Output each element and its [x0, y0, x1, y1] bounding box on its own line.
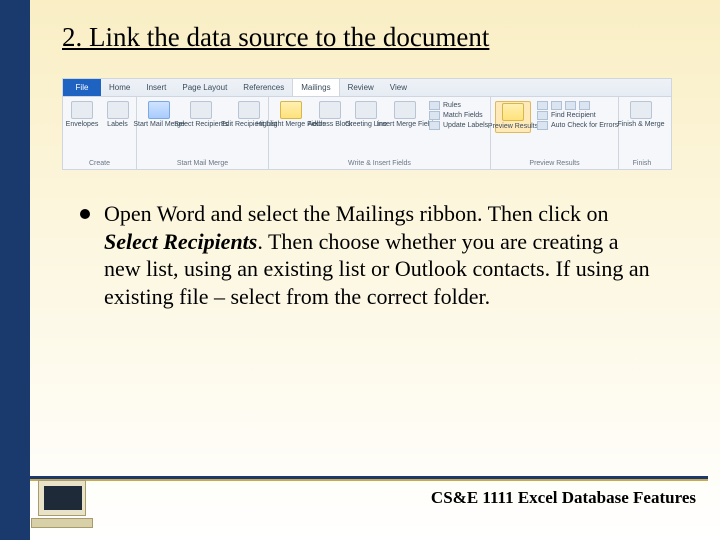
- keyboard-icon: [31, 518, 93, 528]
- instruction-paragraph: Open Word and select the Mailings ribbon…: [104, 200, 660, 310]
- bullet-dot: [80, 209, 90, 219]
- screen-icon: [44, 486, 82, 510]
- update-labels-icon: [429, 121, 440, 130]
- tab-home[interactable]: Home: [101, 83, 138, 92]
- btn-highlight-merge-fields[interactable]: Highlight Merge Fields: [273, 101, 309, 129]
- greeting-line-icon: [355, 101, 377, 119]
- address-block-icon: [319, 101, 341, 119]
- btn-labels[interactable]: Labels: [103, 101, 132, 129]
- ribbon-tabs: File Home Insert Page Layout References …: [63, 79, 671, 97]
- body-text: Open Word and select the Mailings ribbon…: [80, 200, 660, 310]
- btn-finish-merge[interactable]: Finish & Merge: [623, 101, 659, 129]
- tab-page-layout[interactable]: Page Layout: [174, 83, 235, 92]
- last-record-icon: [579, 101, 590, 110]
- rules-icon: [429, 101, 440, 110]
- prev-record-icon: [551, 101, 562, 110]
- insert-merge-field-icon: [394, 101, 416, 119]
- btn-update-labels[interactable]: Update Labels: [429, 121, 488, 130]
- next-record-icon: [565, 101, 576, 110]
- left-accent-bar: [0, 0, 30, 540]
- nav-recipients[interactable]: [537, 101, 618, 110]
- btn-select-recipients[interactable]: Select Recipients: [183, 101, 219, 129]
- btn-address-block[interactable]: Address Block: [315, 101, 345, 129]
- select-recipients-emphasis: Select Recipients: [104, 229, 257, 254]
- slide-title: 2. Link the data source to the document: [62, 22, 662, 53]
- btn-envelopes[interactable]: Envelopes: [67, 101, 97, 129]
- match-fields-icon: [429, 111, 440, 120]
- btn-match-fields[interactable]: Match Fields: [429, 111, 488, 120]
- labels-icon: [107, 101, 129, 119]
- group-label-write: Write & Insert Fields: [273, 160, 486, 169]
- slide: 2. Link the data source to the document …: [0, 0, 720, 540]
- auto-check-icon: [537, 121, 548, 130]
- btn-preview-results[interactable]: Preview Results: [495, 101, 531, 133]
- group-start-mail-merge: Start Mail Merge Select Recipients Edit …: [137, 97, 269, 169]
- envelope-icon: [71, 101, 93, 119]
- group-create: Envelopes Labels Create: [63, 97, 137, 169]
- group-preview-results: Preview Results Find Recipient Auto Chec…: [491, 97, 619, 169]
- tab-view[interactable]: View: [382, 83, 415, 92]
- para-pre: Open Word and select the Mailings ribbon…: [104, 201, 609, 226]
- footer-text: CS&E 1111 Excel Database Features: [431, 488, 696, 508]
- tab-insert[interactable]: Insert: [138, 83, 174, 92]
- group-write-insert: Highlight Merge Fields Address Block Gre…: [269, 97, 491, 169]
- group-finish: Finish & Merge Finish: [619, 97, 665, 169]
- select-recipients-icon: [190, 101, 212, 119]
- group-label-start: Start Mail Merge: [141, 160, 264, 169]
- monitor-icon: [38, 480, 86, 516]
- group-label-create: Create: [67, 160, 132, 169]
- word-ribbon: File Home Insert Page Layout References …: [62, 78, 672, 170]
- tab-file[interactable]: File: [63, 79, 101, 96]
- footer-divider: [30, 476, 708, 479]
- highlight-icon: [280, 101, 302, 119]
- preview-side: Find Recipient Auto Check for Errors: [537, 101, 618, 130]
- group-label-preview: Preview Results: [495, 160, 614, 169]
- first-record-icon: [537, 101, 548, 110]
- start-mail-merge-icon: [148, 101, 170, 119]
- ribbon-groups: Envelopes Labels Create Start Mail Merge…: [63, 97, 671, 169]
- write-insert-side: Rules Match Fields Update Labels: [429, 101, 488, 130]
- tab-mailings[interactable]: Mailings: [292, 79, 339, 96]
- title-wrap: 2. Link the data source to the document: [62, 22, 662, 53]
- preview-results-icon: [502, 103, 524, 121]
- group-label-finish: Finish: [623, 160, 661, 169]
- tab-review[interactable]: Review: [340, 83, 382, 92]
- finish-merge-icon: [630, 101, 652, 119]
- btn-rules[interactable]: Rules: [429, 101, 488, 110]
- btn-find-recipient[interactable]: Find Recipient: [537, 111, 618, 120]
- btn-insert-merge-field[interactable]: Insert Merge Field: [387, 101, 423, 129]
- btn-auto-check[interactable]: Auto Check for Errors: [537, 121, 618, 130]
- edit-recipient-list-icon: [238, 101, 260, 119]
- find-recipient-icon: [537, 111, 548, 120]
- btn-start-mail-merge[interactable]: Start Mail Merge: [141, 101, 177, 129]
- computer-icon: [38, 480, 93, 528]
- tab-references[interactable]: References: [235, 83, 292, 92]
